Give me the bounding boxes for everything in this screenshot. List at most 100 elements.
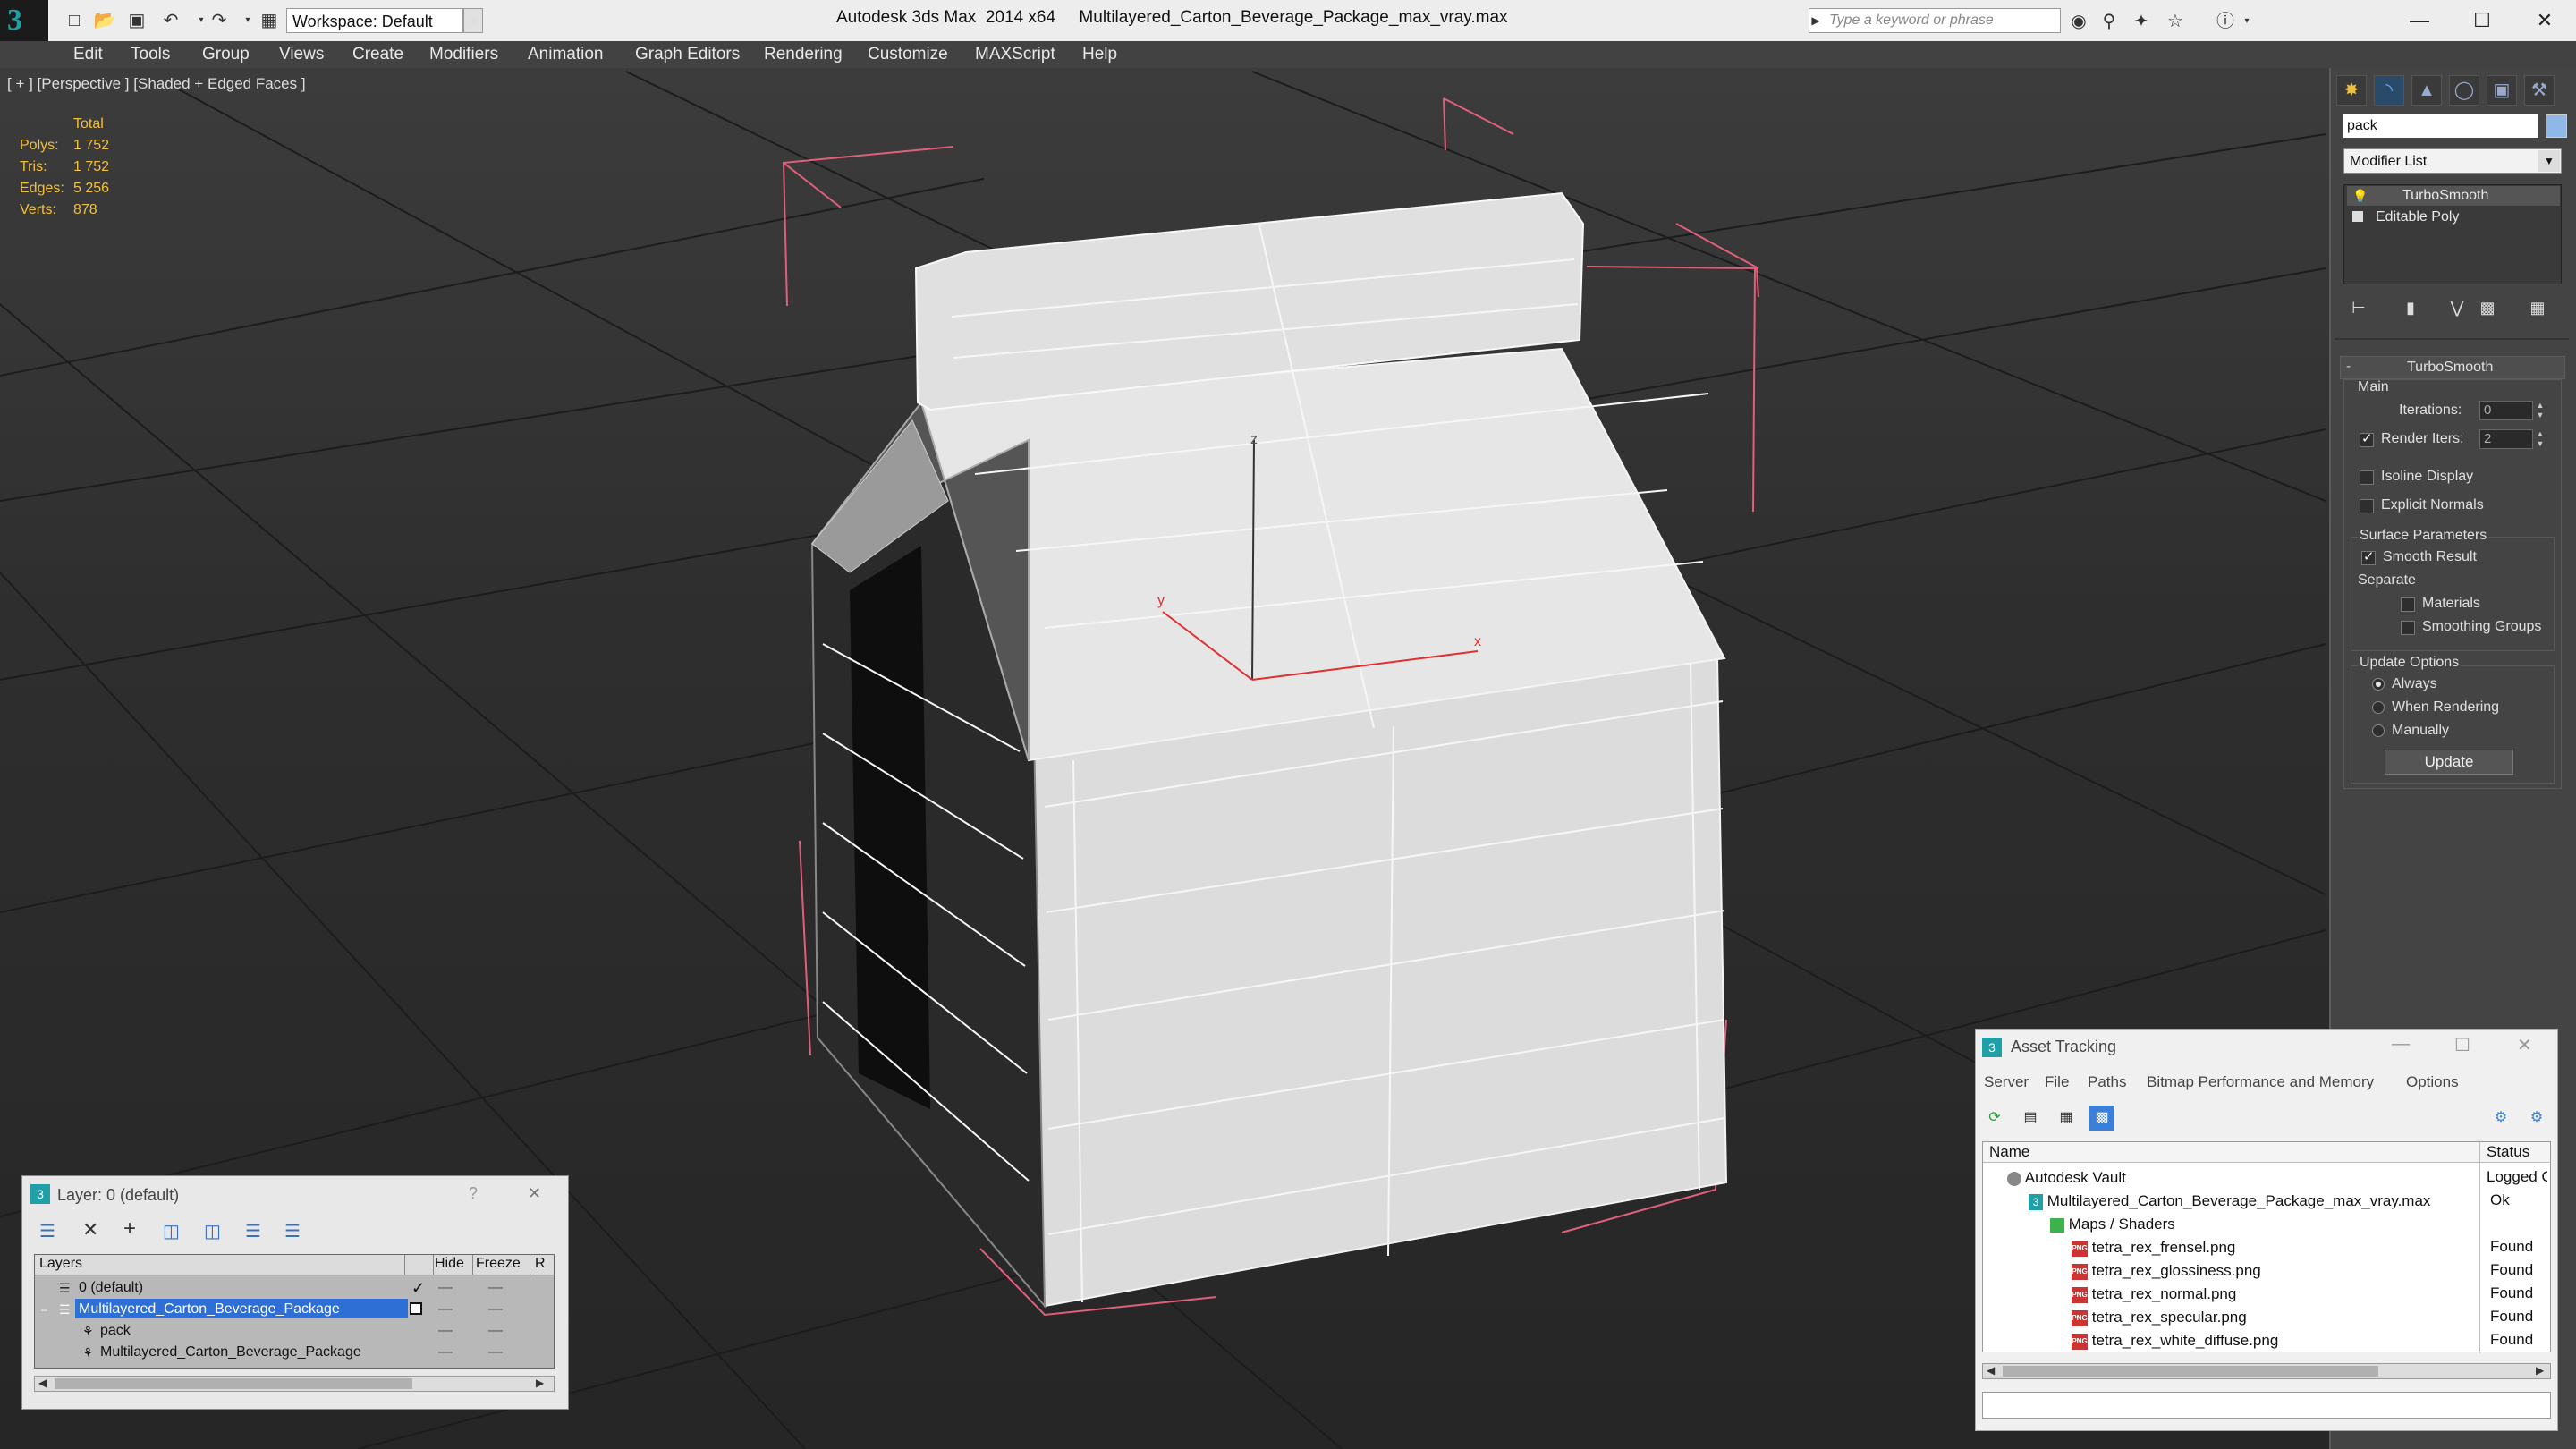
smoothing-groups-checkbox[interactable] bbox=[2401, 621, 2415, 635]
workspace-dropdown-arrow[interactable]: ▼ bbox=[463, 8, 483, 33]
asset-menu-server[interactable]: Server bbox=[1984, 1073, 2029, 1091]
asset-settings-icon[interactable]: ⚙ bbox=[2524, 1106, 2549, 1131]
select-objects-icon[interactable]: ◫ bbox=[163, 1220, 180, 1242]
menu-group[interactable]: Group bbox=[202, 41, 250, 68]
search-input[interactable]: Type a keyword or phrase bbox=[1809, 8, 2061, 33]
remove-modifier-icon[interactable]: ▩ bbox=[2474, 295, 2501, 320]
communication-center-icon[interactable]: ✦ bbox=[2131, 11, 2152, 32]
set-active-layer-icon[interactable] bbox=[410, 1302, 422, 1315]
stack-item-turbosmooth[interactable]: 💡 TurboSmooth bbox=[2347, 186, 2560, 206]
layer-help-button[interactable]: ? bbox=[469, 1184, 478, 1203]
redo-icon[interactable]: ↷ bbox=[208, 9, 231, 32]
layer-row-default[interactable]: ☰ 0 (default) ✓ — — bbox=[36, 1277, 553, 1299]
search-expand-icon[interactable]: ▶ bbox=[1809, 8, 1823, 33]
menu-edit[interactable]: Edit bbox=[73, 41, 103, 68]
asset-menu-options[interactable]: Options bbox=[2406, 1073, 2459, 1091]
asset-minimize-button[interactable]: — bbox=[2392, 1034, 2410, 1055]
asset-col-status[interactable]: Status bbox=[2487, 1143, 2529, 1161]
search-icon[interactable]: ⚲ bbox=[2098, 11, 2120, 32]
make-unique-icon[interactable]: ⋁ bbox=[2444, 295, 2470, 320]
layer-col-render[interactable]: R bbox=[535, 1256, 546, 1272]
layer-col-freeze[interactable]: Freeze bbox=[476, 1256, 521, 1272]
layer-row-carton-package[interactable]: – ☰ Multilayered_Carton_Beverage_Package… bbox=[36, 1299, 553, 1320]
asset-menu-bitmap-performance[interactable]: Bitmap Performance and Memory bbox=[2147, 1073, 2374, 1091]
delete-layer-icon[interactable]: ✕ bbox=[82, 1218, 98, 1241]
asset-row-png[interactable]: PNG tetra_rex_glossiness.png bbox=[2072, 1259, 2261, 1283]
menu-modifiers[interactable]: Modifiers bbox=[429, 41, 498, 68]
hide-all-layers-icon[interactable]: ☰ bbox=[245, 1220, 261, 1242]
layer-close-button[interactable]: ✕ bbox=[528, 1184, 541, 1203]
active-layer-check-icon[interactable]: ✓ bbox=[411, 1277, 425, 1299]
asset-row-vault[interactable]: Autodesk Vault bbox=[2007, 1166, 2126, 1190]
close-button[interactable]: ✕ bbox=[2513, 4, 2576, 38]
highlight-selected-icon[interactable]: ◫ bbox=[204, 1220, 221, 1242]
viewport-label-menu[interactable]: [ + ] [Perspective ] [Shaded + Edged Fac… bbox=[7, 75, 306, 93]
lightbulb-icon[interactable]: 💡 bbox=[2352, 186, 2368, 206]
turbosmooth-rollout-header[interactable]: - TurboSmooth bbox=[2340, 356, 2565, 379]
object-color-swatch[interactable] bbox=[2546, 114, 2567, 138]
render-iters-spinner[interactable]: 2 bbox=[2479, 429, 2533, 449]
open-file-icon[interactable]: 📂 bbox=[93, 9, 116, 32]
update-when-rendering-radio[interactable] bbox=[2372, 701, 2385, 714]
asset-row-png[interactable]: PNG tetra_rex_white_diffuse.png bbox=[2072, 1329, 2278, 1352]
freeze-all-layers-icon[interactable]: ☰ bbox=[284, 1220, 301, 1242]
create-layer-icon[interactable]: ☰ bbox=[39, 1220, 55, 1242]
scroll-left-icon[interactable]: ◀ bbox=[38, 1377, 47, 1389]
list-view-icon[interactable]: ▤ bbox=[2018, 1106, 2043, 1131]
app-menu-button[interactable]: 3 bbox=[0, 0, 48, 41]
asset-row-max-file[interactable]: 3 Multilayered_Carton_Beverage_Package_m… bbox=[2029, 1190, 2430, 1213]
update-button[interactable]: Update bbox=[2385, 750, 2513, 775]
new-file-icon[interactable]: □ bbox=[63, 9, 86, 32]
undo-icon[interactable]: ↶ bbox=[159, 9, 182, 32]
isoline-display-checkbox[interactable] bbox=[2360, 470, 2374, 485]
menu-customize[interactable]: Customize bbox=[868, 41, 948, 68]
asset-path-field[interactable] bbox=[1982, 1392, 2551, 1419]
expand-plus-icon[interactable] bbox=[2352, 211, 2363, 222]
favorites-star-icon[interactable]: ☆ bbox=[2165, 11, 2186, 32]
binoculars-icon[interactable]: ◉ bbox=[2068, 11, 2089, 32]
utilities-tab-icon[interactable]: ⚒ bbox=[2524, 75, 2555, 106]
menu-views[interactable]: Views bbox=[279, 41, 324, 68]
asset-help-icon[interactable]: ⚙ bbox=[2488, 1106, 2513, 1131]
motion-tab-icon[interactable]: ◯ bbox=[2449, 75, 2479, 106]
freeze-toggle[interactable]: — bbox=[488, 1277, 503, 1299]
minimize-button[interactable]: — bbox=[2388, 4, 2451, 38]
collapse-icon[interactable]: - bbox=[2346, 359, 2351, 375]
scrollbar-thumb[interactable] bbox=[2003, 1366, 2378, 1377]
asset-row-png[interactable]: PNG tetra_rex_normal.png bbox=[2072, 1283, 2236, 1306]
freeze-toggle[interactable]: — bbox=[488, 1342, 503, 1363]
materials-checkbox[interactable] bbox=[2401, 597, 2415, 612]
freeze-toggle[interactable]: — bbox=[488, 1299, 503, 1320]
modifier-list-dropdown[interactable]: Modifier List bbox=[2343, 148, 2562, 174]
menu-tools[interactable]: Tools bbox=[131, 41, 170, 68]
asset-horizontal-scrollbar[interactable]: ◀ ▶ bbox=[1982, 1363, 2551, 1379]
asset-maximize-button[interactable]: ☐ bbox=[2454, 1034, 2470, 1056]
explicit-normals-checkbox[interactable] bbox=[2360, 499, 2374, 513]
configure-modifier-sets-icon[interactable]: ▦ bbox=[2524, 295, 2551, 320]
asset-close-button[interactable]: ✕ bbox=[2517, 1034, 2532, 1056]
asset-menu-paths[interactable]: Paths bbox=[2088, 1073, 2126, 1091]
layer-col-layers[interactable]: Layers bbox=[39, 1256, 82, 1272]
layer-row-carton-object[interactable]: ⚘ Multilayered_Carton_Beverage_Package —… bbox=[36, 1342, 553, 1363]
update-manually-radio[interactable] bbox=[2372, 724, 2385, 737]
thumbnail-view-icon[interactable]: ▦ bbox=[2054, 1106, 2079, 1131]
asset-row-png[interactable]: PNG tetra_rex_frensel.png bbox=[2072, 1236, 2235, 1259]
collapse-minus-icon[interactable]: – bbox=[41, 1299, 47, 1320]
iterations-spinner[interactable]: 0 bbox=[2479, 401, 2533, 420]
layer-row-pack[interactable]: ⚘ pack — — bbox=[36, 1320, 553, 1342]
hide-toggle[interactable]: — bbox=[438, 1342, 453, 1363]
help-icon[interactable]: ⓘ bbox=[2215, 11, 2236, 32]
project-folder-icon[interactable]: ▦ bbox=[258, 9, 281, 32]
iterations-spinner-arrows[interactable]: ▲ ▼ bbox=[2535, 401, 2546, 420]
menu-create[interactable]: Create bbox=[352, 41, 403, 68]
hide-toggle[interactable]: — bbox=[438, 1277, 453, 1299]
menu-help[interactable]: Help bbox=[1082, 41, 1117, 68]
layer-horizontal-scrollbar[interactable]: ◀ ▶ bbox=[34, 1376, 555, 1392]
modify-tab-icon[interactable]: ◝ bbox=[2374, 75, 2404, 106]
freeze-toggle[interactable]: — bbox=[488, 1320, 503, 1342]
asset-row-maps[interactable]: Maps / Shaders bbox=[2050, 1213, 2175, 1236]
object-name-field[interactable]: pack bbox=[2343, 114, 2538, 138]
asset-row-png[interactable]: PNG tetra_rex_specular.png bbox=[2072, 1306, 2247, 1329]
asset-col-name[interactable]: Name bbox=[1989, 1143, 2029, 1161]
add-to-layer-icon[interactable]: + bbox=[123, 1216, 136, 1241]
